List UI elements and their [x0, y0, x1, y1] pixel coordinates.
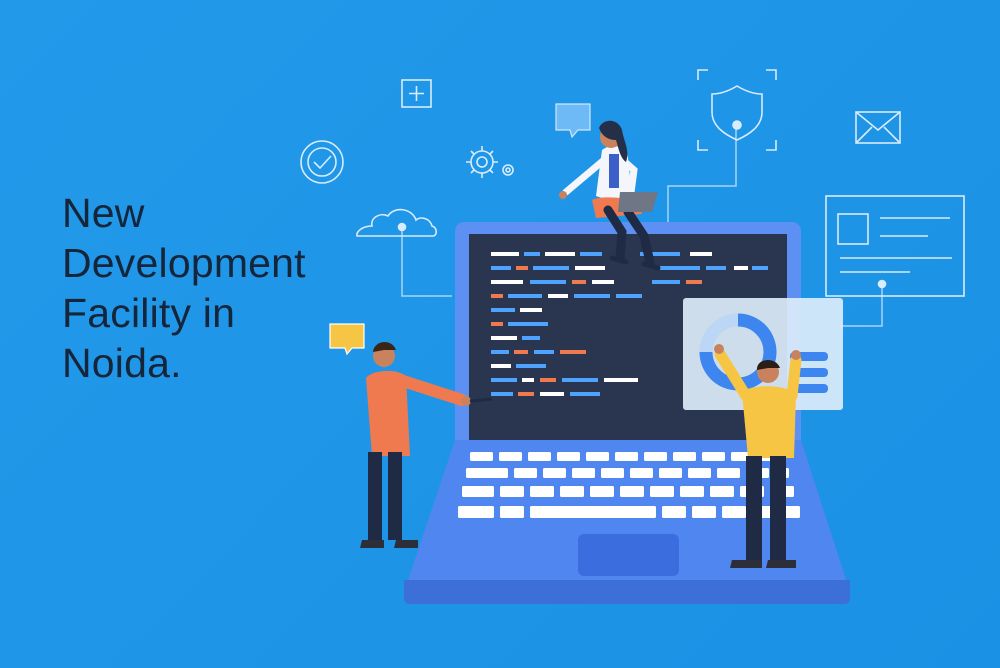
laptop-edge: [404, 580, 850, 604]
checkmark-circle-icon: [300, 140, 344, 184]
gear-icon: [466, 146, 514, 178]
cloud-icon: [356, 208, 438, 237]
trackpad: [578, 534, 679, 576]
chat-bubble-icon: [555, 103, 591, 139]
mail-icon: [855, 111, 901, 144]
shield-icon: [697, 69, 777, 151]
hero-banner: New Development Facility in Noida.: [0, 0, 1000, 668]
browser-window-icon: [825, 195, 965, 297]
chat-bubble-icon: [329, 323, 365, 356]
plus-icon: [401, 79, 432, 108]
illustration: [300, 69, 965, 604]
